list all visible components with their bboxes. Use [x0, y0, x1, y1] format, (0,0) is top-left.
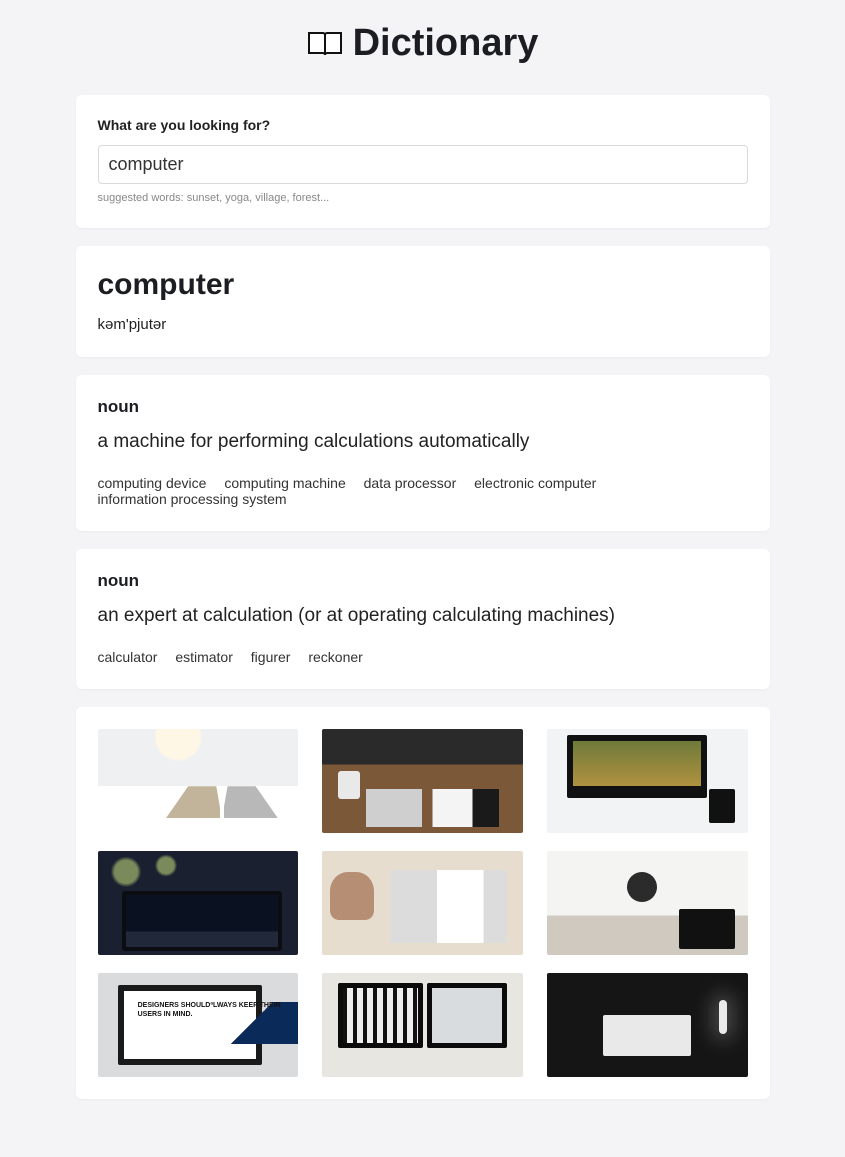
gallery-image[interactable] — [322, 851, 523, 955]
result-phonetic: kəm'pjutər — [98, 316, 748, 333]
synonym: reckoner — [308, 649, 362, 665]
search-input[interactable] — [98, 145, 748, 184]
result-word: computer — [98, 268, 748, 302]
open-book-icon — [307, 26, 343, 69]
synonym: data processor — [364, 475, 457, 491]
meaning-card: noun an expert at calculation (or at ope… — [76, 549, 770, 689]
search-label: What are you looking for? — [98, 117, 748, 133]
gallery-image[interactable] — [98, 973, 299, 1077]
page-title-text: Dictionary — [353, 22, 539, 64]
synonym: calculator — [98, 649, 158, 665]
word-card: computer kəm'pjutər — [76, 246, 770, 357]
part-of-speech: noun — [98, 571, 748, 591]
image-gallery — [98, 729, 748, 1077]
gallery-image[interactable] — [322, 729, 523, 833]
gallery-image[interactable] — [98, 851, 299, 955]
search-suggestions: suggested words: sunset, yoga, village, … — [98, 192, 748, 204]
gallery-image[interactable] — [547, 973, 748, 1077]
synonym: computing device — [98, 475, 207, 491]
gallery-image[interactable] — [547, 851, 748, 955]
part-of-speech: noun — [98, 397, 748, 417]
definition-text: a machine for performing calculations au… — [98, 431, 748, 453]
gallery-image[interactable] — [322, 973, 523, 1077]
synonym: figurer — [251, 649, 291, 665]
synonym: estimator — [175, 649, 233, 665]
synonym: electronic computer — [474, 475, 596, 491]
gallery-image[interactable] — [547, 729, 748, 833]
synonym: information processing system — [98, 491, 287, 507]
page-title: Dictionary — [76, 22, 770, 69]
synonym-list: computing device computing machine data … — [98, 475, 748, 507]
image-gallery-card — [76, 707, 770, 1099]
meaning-card: noun a machine for performing calculatio… — [76, 375, 770, 531]
synonym: computing machine — [224, 475, 345, 491]
gallery-image[interactable] — [98, 729, 299, 833]
search-card: What are you looking for? suggested word… — [76, 95, 770, 228]
definition-text: an expert at calculation (or at operatin… — [98, 605, 748, 627]
synonym-list: calculator estimator figurer reckoner — [98, 649, 748, 665]
